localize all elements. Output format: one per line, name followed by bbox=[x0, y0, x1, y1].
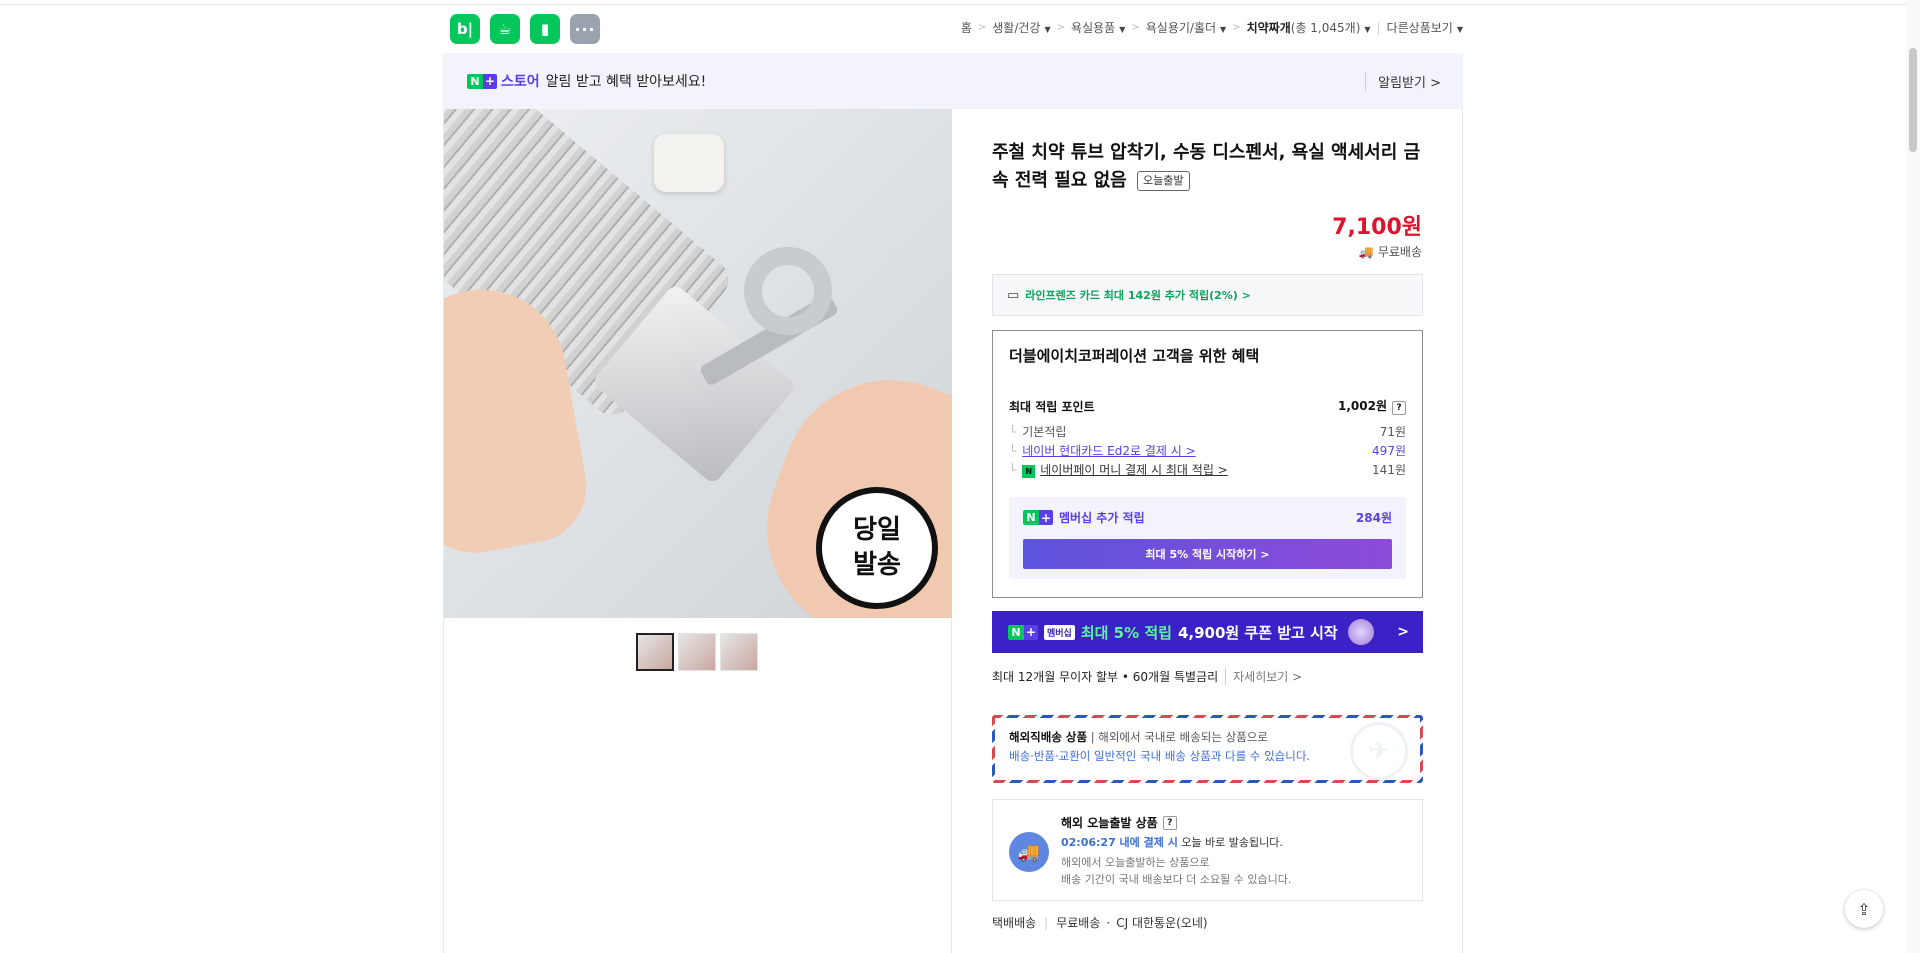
caret-down-icon: ▼ bbox=[1119, 25, 1126, 34]
service-icons: b| ☕ ▮ ··· bbox=[450, 14, 600, 44]
more-icon[interactable]: ··· bbox=[570, 14, 600, 44]
installment-detail-link[interactable]: 자세히보기 > bbox=[1225, 668, 1302, 685]
card-offer[interactable]: ▭ 라인프렌즈 카드 최대 142원 추가 적립(2%) > bbox=[992, 274, 1423, 316]
today-ship-box: 🚚 해외 오늘출발 상품? 02:06:27 내에 결제 시 오늘 바로 발송됩… bbox=[992, 799, 1423, 901]
breadcrumb-current[interactable]: 치약짜개(총 1,045개) ▼ bbox=[1247, 19, 1371, 36]
same-day-stamp: 당일 발송 bbox=[816, 487, 938, 609]
chevron-right-icon: > bbox=[1056, 22, 1066, 33]
cafe-icon[interactable]: ☕ bbox=[490, 14, 520, 44]
gift-icon bbox=[1347, 619, 1374, 645]
chevron-right-icon: > bbox=[1397, 624, 1409, 640]
thumbnail-1[interactable] bbox=[636, 633, 674, 671]
product-info-column: 주철 치약 튜브 압착기, 수동 디스펜서, 욕실 액세서리 금속 전력 필요 … bbox=[952, 109, 1463, 953]
thumbnail-2[interactable] bbox=[678, 633, 716, 671]
breadcrumb-living-health[interactable]: 생활/건강 ▼ bbox=[992, 19, 1050, 36]
corner-icon: └ bbox=[1009, 444, 1017, 458]
product-price: 7,100원 bbox=[1332, 215, 1422, 240]
naver-plus-logo: N + bbox=[1023, 510, 1053, 525]
product-main-image[interactable]: 당일 발송 bbox=[444, 109, 952, 618]
caret-down-icon: ▼ bbox=[1044, 25, 1051, 34]
breadcrumb-home[interactable]: 홈 bbox=[961, 19, 972, 36]
breadcrumb: 홈 > 생활/건강 ▼ > 욕실용품 ▼ > 욕실용기/홀더 ▼ > 치약짜개(총 1… bbox=[961, 19, 1463, 36]
caret-down-icon: ▼ bbox=[1456, 25, 1463, 34]
help-icon[interactable]: ? bbox=[1162, 815, 1177, 830]
benefit-box: 더블에이치코퍼레이션 고객을 위한 혜택 최대 적립 포인트 1,002원? └… bbox=[992, 330, 1423, 598]
product-title: 주철 치약 튜브 압착기, 수동 디스펜서, 욕실 액세서리 금속 전력 필요 … bbox=[992, 142, 1421, 191]
banner-message: 알림 받고 혜택 받아보세요! bbox=[545, 74, 707, 90]
points-row-npay: └ N 네이버페이 머니 결제 시 최대 적립 > 141원 bbox=[1009, 463, 1406, 478]
npay-money-link[interactable]: 네이버페이 머니 결제 시 최대 적립 > bbox=[1040, 463, 1228, 477]
installment-info: 최대 12개월 무이자 할부 • 60개월 특별금리 자세히보기 > bbox=[992, 668, 1303, 685]
hyundai-card-link[interactable]: 네이버 현대카드 Ed2로 결제 시 > bbox=[1022, 444, 1195, 458]
naver-plus-logo: N + bbox=[467, 73, 497, 89]
alarm-button[interactable]: 알림받기 > bbox=[1365, 72, 1441, 91]
corner-icon: └ bbox=[1009, 463, 1017, 477]
scrollbar-thumb[interactable] bbox=[1909, 48, 1917, 152]
today-ship-badge: 오늘출발 bbox=[1137, 171, 1190, 191]
thumbnail-strip bbox=[636, 633, 758, 671]
membership-start-button[interactable]: 최대 5% 적립 시작하기 > bbox=[1023, 539, 1392, 569]
help-icon[interactable]: ? bbox=[1392, 401, 1406, 415]
delivery-info: 택배배송 | 무료배송 · CJ 대한통운(오네) bbox=[992, 915, 1208, 931]
divider: | bbox=[1376, 20, 1381, 35]
gallery-column: 당일 발송 bbox=[443, 109, 952, 953]
naver-plus-logo: N + bbox=[1008, 624, 1038, 640]
truck-icon: 🚚 bbox=[1009, 832, 1049, 872]
shipping-info: 🚚 무료배송 bbox=[1358, 244, 1422, 260]
store-alarm-banner: N + 스토어 알림 받고 혜택 받아보세요! 알림받기 > bbox=[443, 53, 1463, 109]
caret-down-icon: ▼ bbox=[1364, 25, 1371, 34]
points-row-basic: └ 기본적립 71원 bbox=[1009, 425, 1406, 439]
store-label: 스토어 bbox=[501, 74, 540, 90]
chevron-right-icon: > bbox=[1131, 22, 1140, 33]
npay-icon: N bbox=[1022, 465, 1036, 478]
membership-promo-banner[interactable]: N + 멤버십 최대 5% 적립 4,900원 쿠폰 받고 시작 > bbox=[992, 611, 1423, 653]
airplane-icon: ✈ bbox=[1350, 722, 1408, 780]
corner-icon: └ bbox=[1009, 425, 1017, 439]
thumbnail-3[interactable] bbox=[720, 633, 758, 671]
page-container: b| ☕ ▮ ··· 홈 > 생활/건강 ▼ > 욕실용품 ▼ > 욕실용기/홀더 ▼… bbox=[443, 0, 1463, 953]
caret-down-icon: ▼ bbox=[1220, 25, 1227, 34]
scrollbar[interactable] bbox=[1906, 0, 1920, 953]
share-icon[interactable]: ⇪ bbox=[1845, 890, 1883, 928]
blog-icon[interactable]: b| bbox=[450, 14, 480, 44]
points-row-card: └ 네이버 현대카드 Ed2로 결제 시 > 497원 bbox=[1009, 444, 1406, 458]
benefit-title: 더블에이치코퍼레이션 고객을 위한 혜택 bbox=[1009, 347, 1260, 365]
membership-box: N + 멤버십 추가 적립 284원 최대 5% 적립 시작하기 > bbox=[1009, 497, 1406, 579]
other-products-button[interactable]: 다른상품보기 ▼ bbox=[1387, 19, 1463, 36]
truck-icon: 🚚 bbox=[1358, 244, 1374, 259]
overseas-notice: 해외직배송 상품 | 해외에서 국내로 배송되는 상품으로 배송·반품·교환이 … bbox=[992, 715, 1423, 783]
chevron-right-icon: > bbox=[1232, 22, 1241, 33]
breadcrumb-bath[interactable]: 욕실용품 ▼ bbox=[1071, 19, 1125, 36]
chevron-right-icon: > bbox=[977, 22, 987, 33]
max-points-row: 최대 적립 포인트 1,002원? bbox=[1009, 397, 1406, 415]
credit-card-icon: ▭ bbox=[1007, 287, 1020, 303]
breadcrumb-bath-holder[interactable]: 욕실용기/홀더 ▼ bbox=[1146, 19, 1226, 36]
bookmark-icon[interactable]: ▮ bbox=[530, 14, 560, 44]
